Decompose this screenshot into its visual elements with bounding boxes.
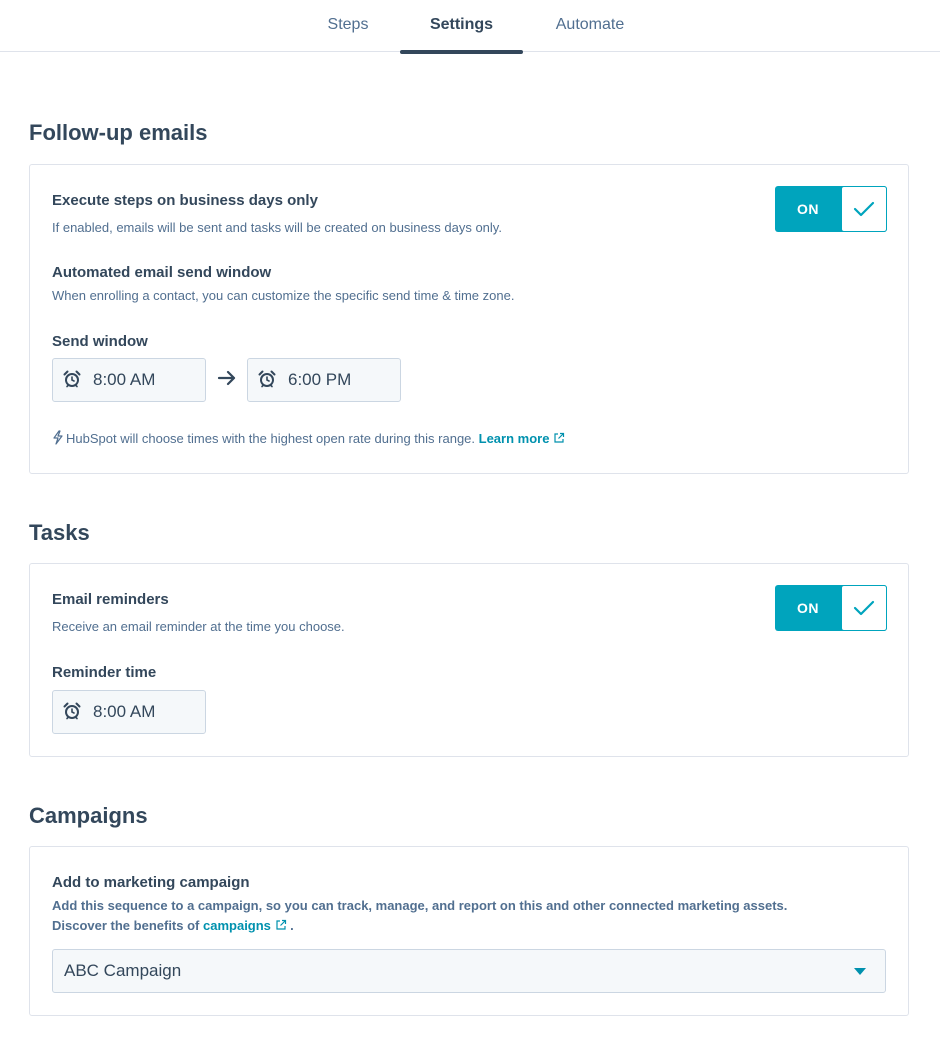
email-reminders-label: Email reminders [52,591,169,608]
end-time-value: 6:00 PM [288,370,352,389]
caret-down-icon [854,968,866,975]
campaign-select-value: ABC Campaign [64,961,182,980]
business-days-label: Execute steps on business days only [52,192,318,209]
email-reminders-toggle[interactable]: ON [775,585,887,631]
start-time-value: 8:00 AM [93,370,156,389]
tab-automate[interactable]: Automate [540,0,640,52]
campaigns-heading: Campaigns [29,803,148,828]
send-window-start-time[interactable]: 8:00 AM [52,358,206,402]
campaigns-card: Add to marketing campaign Add this seque… [29,846,909,1016]
follow-up-emails-heading: Follow-up emails [29,120,208,145]
tasks-card: Email reminders Receive an email reminde… [29,563,909,757]
tab-bar: Steps Settings Automate [0,0,940,54]
learn-more-link[interactable]: Learn more [479,431,565,446]
campaign-description: Add this sequence to a campaign, so you … [52,898,788,933]
follow-up-emails-card: Execute steps on business days only If e… [29,164,909,474]
checkmark-icon [841,585,887,631]
alarm-clock-icon [63,370,81,388]
send-window-help: When enrolling a contact, you can custom… [52,288,515,303]
tasks-heading: Tasks [29,520,90,545]
alarm-clock-icon [258,370,276,388]
campaign-select[interactable]: ABC Campaign [52,949,886,993]
send-window-label: Send window [52,333,148,350]
send-window-end-time[interactable]: 6:00 PM [247,358,401,402]
campaigns-link[interactable]: campaigns [203,918,290,933]
alarm-clock-icon [63,702,81,720]
lightning-icon [53,430,63,445]
add-to-campaign-label: Add to marketing campaign [52,874,250,891]
send-window-hint: HubSpot will choose times with the highe… [52,430,565,446]
reminder-time-value: 8:00 AM [93,702,156,721]
checkmark-icon [841,186,887,232]
arrow-right-icon [217,368,237,394]
tab-settings[interactable]: Settings [400,0,523,54]
tab-steps[interactable]: Steps [308,0,388,52]
business-days-help: If enabled, emails will be sent and task… [52,220,502,235]
business-days-toggle[interactable]: ON [775,186,887,232]
email-reminders-help: Receive an email reminder at the time yo… [52,619,345,634]
hint-text: HubSpot will choose times with the highe… [66,431,476,446]
send-window-heading: Automated email send window [52,264,272,281]
toggle-on-label: ON [797,201,819,217]
reminder-time-input[interactable]: 8:00 AM [52,690,206,734]
reminder-time-label: Reminder time [52,664,157,681]
external-link-icon [275,919,286,930]
external-link-icon [554,432,565,443]
toggle-on-label: ON [797,600,819,616]
